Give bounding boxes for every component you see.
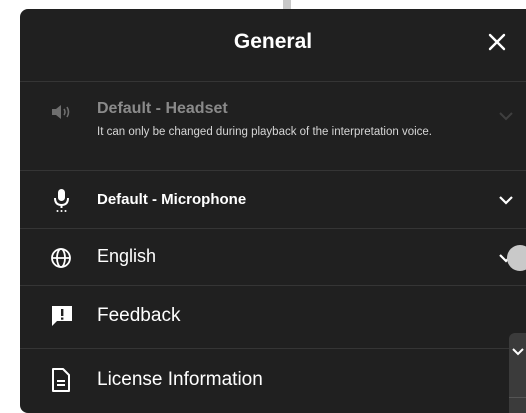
speaker-select[interactable]: Default - Headset It can only be changed… — [20, 82, 526, 171]
speaker-hint: It can only be changed during playback o… — [97, 126, 432, 138]
language-label: English — [97, 246, 157, 266]
divider — [509, 397, 526, 398]
chevron-down-icon — [499, 196, 513, 205]
close-button[interactable] — [484, 29, 512, 57]
speaker-label: Default - Headset — [97, 100, 228, 117]
microphone-label: Default - Microphone — [97, 191, 247, 208]
globe-icon — [51, 248, 71, 268]
language-select[interactable]: English — [20, 229, 526, 286]
settings-panel: General Default - Headset It can only be… — [20, 9, 526, 413]
panel-header: General — [20, 9, 526, 82]
feedback-icon — [52, 306, 72, 326]
feedback-label: Feedback — [97, 305, 181, 326]
microphone-icon — [54, 189, 69, 212]
document-icon — [52, 368, 70, 392]
license-item[interactable]: License Information — [20, 349, 526, 413]
chevron-down-icon — [499, 112, 513, 121]
slider-knob[interactable] — [507, 245, 526, 271]
feedback-item[interactable]: Feedback — [20, 286, 526, 349]
microphone-select[interactable]: Default - Microphone — [20, 171, 526, 229]
side-scroll-strip[interactable] — [509, 333, 526, 413]
close-icon — [488, 33, 506, 51]
panel-title: General — [233, 30, 313, 53]
chevron-down-icon — [512, 348, 524, 356]
speaker-icon — [52, 105, 70, 119]
license-label: License Information — [97, 369, 263, 390]
